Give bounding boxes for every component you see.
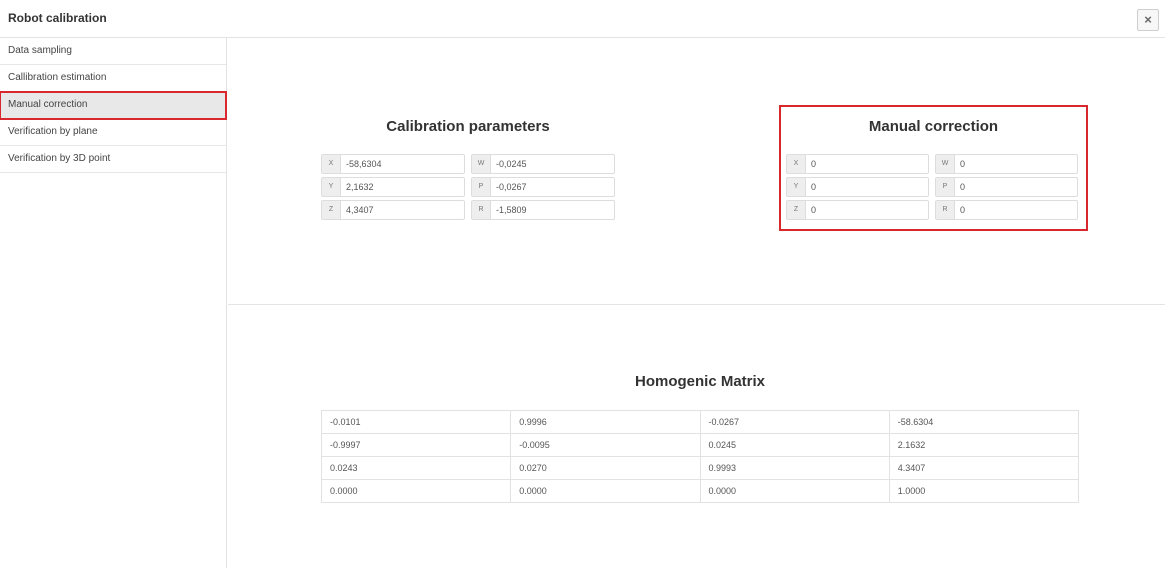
calibration-x-field[interactable]: X -58,6304 xyxy=(321,154,465,174)
r-addon: R xyxy=(936,201,955,219)
matrix-cell: 0.0245 xyxy=(699,433,890,457)
table-row: 0.0000 0.0000 0.0000 1.0000 xyxy=(320,479,1080,503)
w-addon: W xyxy=(936,155,955,173)
manual-w-value: 0 xyxy=(960,159,966,169)
z-addon: Z xyxy=(322,201,341,219)
matrix-cell: -0.0101 xyxy=(320,410,512,434)
matrix-cell: 0.9993 xyxy=(699,456,890,480)
matrix-cell: -0.9997 xyxy=(320,433,512,457)
manual-correction-title: Manual correction xyxy=(868,118,999,135)
title-bar: Robot calibration × xyxy=(0,0,1165,38)
p-addon: P xyxy=(936,178,955,196)
manual-y-value: 0 xyxy=(811,182,817,192)
manual-r-value: 0 xyxy=(960,205,966,215)
calibration-r-field[interactable]: R -1,5809 xyxy=(471,200,615,220)
sidebar-item-label: Verification by 3D point xyxy=(8,153,111,164)
table-row: 0.0243 0.0270 0.9993 4.3407 xyxy=(320,456,1080,480)
manual-z-field[interactable]: Z 0 xyxy=(786,200,929,220)
matrix-cell: -58.6304 xyxy=(888,410,1080,434)
manual-y-field[interactable]: Y 0 xyxy=(786,177,929,197)
calibration-r-value: -1,5809 xyxy=(496,205,527,215)
manual-w-field[interactable]: W 0 xyxy=(935,154,1078,174)
table-row: -0.9997 -0.0095 0.0245 2.1632 xyxy=(320,433,1080,457)
manual-z-value: 0 xyxy=(811,205,817,215)
w-addon: W xyxy=(472,155,491,173)
x-addon: X xyxy=(787,155,806,173)
matrix-cell: -0.0095 xyxy=(510,433,701,457)
calibration-x-value: -58,6304 xyxy=(346,159,382,169)
matrix-cell: 0.0000 xyxy=(699,479,890,503)
table-row: -0.0101 0.9996 -0.0267 -58.6304 xyxy=(320,410,1080,434)
manual-p-field[interactable]: P 0 xyxy=(935,177,1078,197)
matrix-cell: 4.3407 xyxy=(888,456,1080,480)
matrix-cell: 0.0243 xyxy=(320,456,512,480)
calibration-parameters-title: Calibration parameters xyxy=(386,118,550,135)
sidebar-item-data-sampling[interactable]: Data sampling xyxy=(0,38,226,65)
sidebar-item-verification-by-plane[interactable]: Verification by plane xyxy=(0,119,226,146)
calibration-w-value: -0,0245 xyxy=(496,159,527,169)
homogenic-matrix-table: -0.0101 0.9996 -0.0267 -58.6304 -0.9997 … xyxy=(320,410,1080,503)
manual-x-value: 0 xyxy=(811,159,817,169)
matrix-cell: -0.0267 xyxy=(699,410,890,434)
close-button[interactable]: × xyxy=(1137,9,1159,31)
sidebar-item-label: Manual correction xyxy=(8,99,88,110)
manual-r-field[interactable]: R 0 xyxy=(935,200,1078,220)
matrix-cell: 1.0000 xyxy=(888,479,1080,503)
matrix-cell: 2.1632 xyxy=(888,433,1080,457)
sidebar-item-callibration-estimation[interactable]: Callibration estimation xyxy=(0,65,226,92)
matrix-cell: 0.0000 xyxy=(320,479,512,503)
sidebar-item-verification-by-3d-point[interactable]: Verification by 3D point xyxy=(0,146,226,173)
calibration-w-field[interactable]: W -0,0245 xyxy=(471,154,615,174)
matrix-cell: 0.9996 xyxy=(510,410,701,434)
r-addon: R xyxy=(472,201,491,219)
close-icon: × xyxy=(1144,12,1152,27)
manual-p-value: 0 xyxy=(960,182,966,192)
y-addon: Y xyxy=(322,178,341,196)
sidebar-item-label: Data sampling xyxy=(8,45,72,56)
calibration-p-field[interactable]: P -0,0267 xyxy=(471,177,615,197)
matrix-cell: 0.0000 xyxy=(510,479,701,503)
sidebar-item-label: Verification by plane xyxy=(8,126,98,137)
x-addon: X xyxy=(322,155,341,173)
matrix-cell: 0.0270 xyxy=(510,456,701,480)
sidebar: Data sampling Callibration estimation Ma… xyxy=(0,38,227,568)
p-addon: P xyxy=(472,178,491,196)
calibration-p-value: -0,0267 xyxy=(496,182,527,192)
sidebar-item-label: Callibration estimation xyxy=(8,72,107,83)
calibration-z-value: 4,3407 xyxy=(346,205,374,215)
calibration-z-field[interactable]: Z 4,3407 xyxy=(321,200,465,220)
window-title: Robot calibration xyxy=(8,11,107,25)
z-addon: Z xyxy=(787,201,806,219)
calibration-y-field[interactable]: Y 2,1632 xyxy=(321,177,465,197)
section-divider xyxy=(228,304,1165,305)
y-addon: Y xyxy=(787,178,806,196)
sidebar-item-manual-correction[interactable]: Manual correction xyxy=(0,91,227,120)
homogenic-matrix-title: Homogenic Matrix xyxy=(634,373,766,390)
manual-x-field[interactable]: X 0 xyxy=(786,154,929,174)
calibration-y-value: 2,1632 xyxy=(346,182,374,192)
